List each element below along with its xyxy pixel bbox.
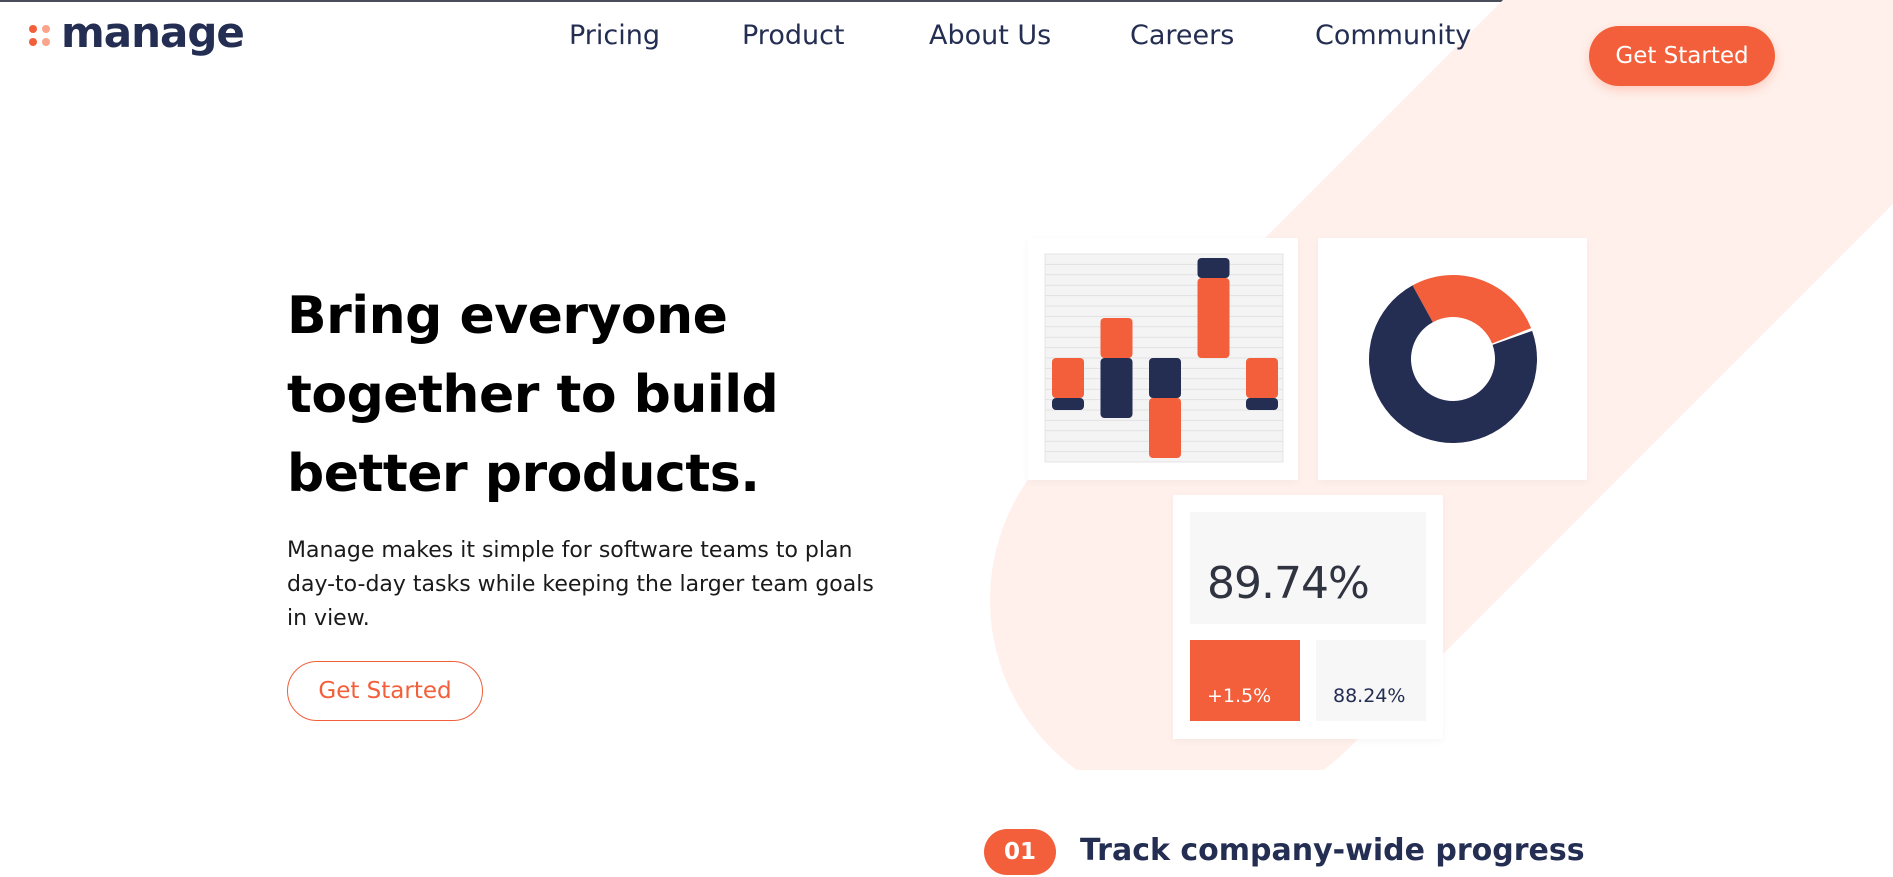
hero-title-line: Bring everyone [287,286,728,346]
nav-link-careers[interactable]: Careers [1130,20,1234,51]
nav-link-product[interactable]: Product [742,20,845,51]
feature-number-badge: 01 [984,829,1056,875]
stat-main-value: 89.74% [1207,558,1370,609]
donut-chart-card [1318,238,1587,480]
stat-secondary-value: 88.24% [1333,685,1406,707]
logo-text: manage [61,8,245,57]
stat-change-tile: +1.5% [1190,640,1300,721]
hero-get-started-button[interactable]: Get Started [287,661,483,721]
hero-title-line: together to build [287,365,779,425]
bar-segment-orange [1149,398,1181,458]
background-blob [990,0,1893,770]
bar-segment-orange [1052,358,1084,398]
logo-dots-icon [29,24,50,46]
bar-chart [1044,253,1284,463]
top-border [0,0,1893,2]
bar-segment-orange [1100,318,1133,358]
nav-link-community[interactable]: Community [1315,20,1471,51]
hero-description-line: in view. [287,606,370,631]
stats-card: 89.74% +1.5% 88.24% [1173,495,1443,739]
hero-description: Manage makes it simple for software team… [287,534,897,636]
bar-chart-card [1028,238,1298,480]
stat-main-tile: 89.74% [1190,512,1426,624]
hero-title: Bring everyone together to build better … [287,277,847,514]
nav-link-pricing[interactable]: Pricing [569,20,660,51]
feature-title: Track company-wide progress [1080,833,1585,868]
stat-secondary-tile: 88.24% [1316,640,1426,721]
bar-segment-orange [1246,358,1278,398]
bar-segment-navy [1149,358,1181,398]
bar-segment-navy [1246,398,1278,410]
donut-segment-orange [1412,275,1532,344]
stat-change-value: +1.5% [1207,685,1272,707]
hero-description-line: day-to-day tasks while keeping the large… [287,572,874,597]
donut-chart [1369,275,1537,443]
nav-link-about-us[interactable]: About Us [929,20,1051,51]
bar-segment-navy [1197,258,1230,278]
brand-logo[interactable]: manage [29,8,245,57]
bar-segment-orange [1197,278,1230,358]
hero-description-line: Manage makes it simple for software team… [287,538,853,563]
header-get-started-button[interactable]: Get Started [1589,26,1775,86]
bar-segment-navy [1052,398,1084,410]
bar-segment-navy [1100,358,1133,418]
hero-title-line: better products. [287,444,760,504]
